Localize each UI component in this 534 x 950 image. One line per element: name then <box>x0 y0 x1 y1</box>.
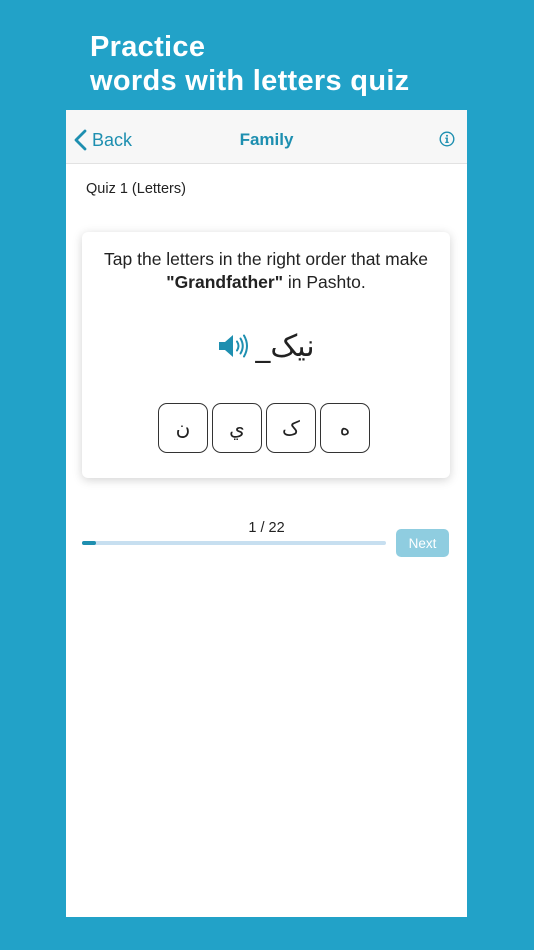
progress-bar <box>82 541 386 545</box>
page-title: Family <box>239 130 294 149</box>
letter-tile[interactable]: ي <box>212 403 262 453</box>
info-circle-icon <box>439 131 455 147</box>
app-screen: Back Family Quiz 1 (Letters) Tap the let… <box>66 110 467 917</box>
promo-title: Practice words with letters quiz <box>90 30 410 98</box>
promo-title-line-2: words with letters quiz <box>90 65 410 97</box>
target-word: "Grandfather" <box>166 272 284 292</box>
quiz-card: Tap the letters in the right order that … <box>82 232 450 478</box>
info-button[interactable] <box>439 131 455 147</box>
letter-options: ن ي ک ه <box>158 403 374 453</box>
quiz-label: Quiz 1 (Letters) <box>86 181 186 197</box>
navigation-bar: Back Family <box>66 110 467 164</box>
instruction-text: Tap the letters in the right order that … <box>90 248 442 294</box>
next-button[interactable]: Next <box>396 529 449 557</box>
progress-bar-fill <box>82 541 96 545</box>
speaker-icon[interactable] <box>217 332 249 360</box>
letter-tile[interactable]: ن <box>158 403 208 453</box>
letter-tile[interactable]: ک <box>266 403 316 453</box>
answer-row: نیک_ <box>82 324 450 368</box>
letter-tile[interactable]: ه <box>320 403 370 453</box>
promo-title-line-1: Practice <box>90 31 206 63</box>
instruction-suffix: in Pashto. <box>283 272 366 292</box>
instruction-prefix: Tap the letters in the right order that … <box>104 249 428 269</box>
partial-answer-word: نیک_ <box>255 328 315 364</box>
